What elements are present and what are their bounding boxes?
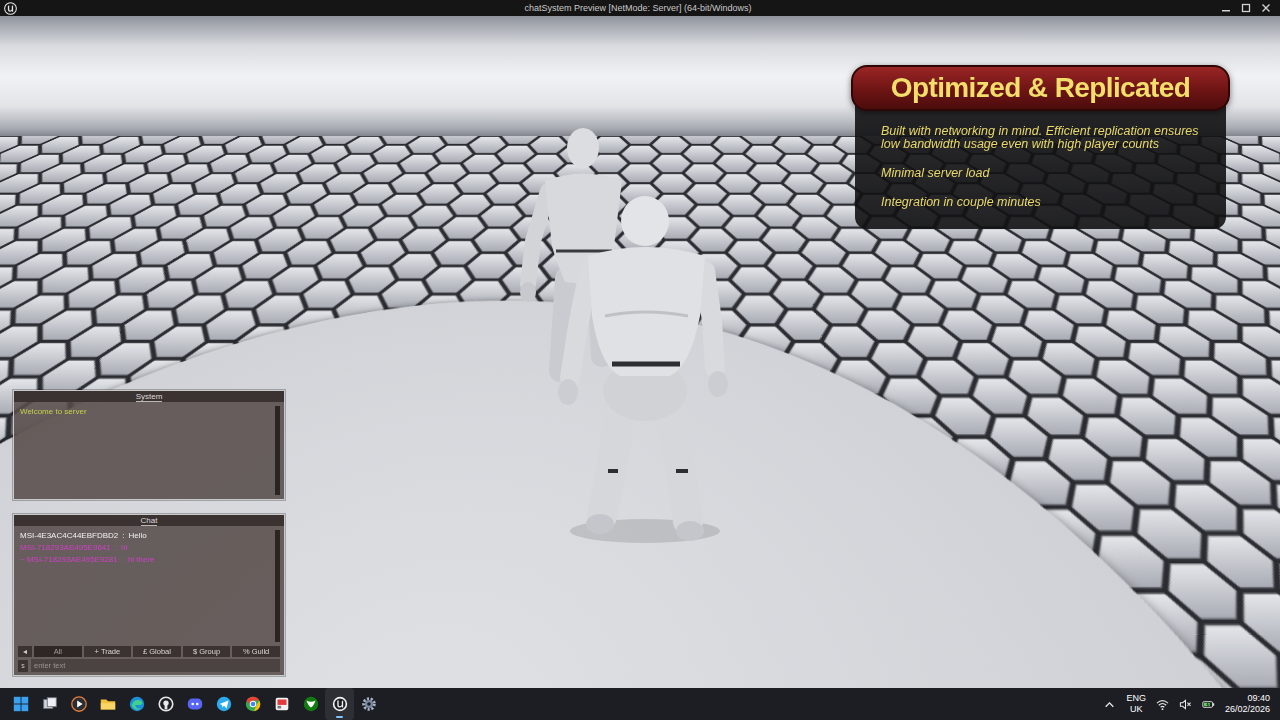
maximize-icon[interactable] [1240, 2, 1252, 14]
message-separator: : [115, 543, 117, 552]
taskbar-app[interactable] [238, 688, 267, 720]
taskbar-app[interactable] [325, 688, 354, 720]
chat-tab[interactable]: + Trade [84, 646, 132, 657]
taskbar-app[interactable] [180, 688, 209, 720]
chat-input-row: s [14, 659, 284, 675]
task-view-icon [41, 695, 59, 713]
info-line: Minimal server load [881, 167, 1200, 180]
chat-message: MSI-4E3AC4C44EBFDBD2: Hello [20, 530, 271, 542]
taskbar-app[interactable] [151, 688, 180, 720]
system-message: Welcome to server [20, 406, 271, 418]
unreal-engine-icon [331, 695, 349, 713]
taskbar-app[interactable] [267, 688, 296, 720]
chat-message: MSI-718293AE495E9641: hi [20, 542, 271, 554]
windows-start-icon [12, 695, 30, 713]
message-text: hi [121, 543, 127, 552]
chat-tab[interactable]: $ Group [183, 646, 231, 657]
taskbar-app[interactable] [35, 688, 64, 720]
message-sender[interactable]: ~ MSI-718293AE495E9281 [20, 555, 118, 564]
chat-tab[interactable]: % Guild [232, 646, 280, 657]
chat-tabs: ◂ All+ Trade£ Global$ Group% Guild [14, 646, 284, 659]
channel-prefix[interactable]: s [18, 660, 28, 672]
close-icon[interactable] [1260, 2, 1272, 14]
info-line: Built with networking in mind. Efficient… [881, 125, 1200, 151]
message-separator: : [122, 531, 124, 540]
snipping-tool-icon [273, 695, 291, 713]
message-text: Hello [129, 531, 147, 540]
media-player-icon [70, 695, 88, 713]
taskbar-app[interactable] [93, 688, 122, 720]
chat-tab[interactable]: £ Global [133, 646, 181, 657]
chat-title: Chat [141, 516, 158, 526]
taskbar-apps [6, 688, 383, 720]
xbox-icon [302, 695, 320, 713]
language-code: ENG [1126, 693, 1146, 704]
taskbar-app[interactable] [64, 688, 93, 720]
app-window: chatSystem Preview [NetMode: Server] (64… [0, 0, 1280, 720]
chat-panel: Chat MSI-4E3AC4C44EBFDBD2: Hello MSI-71829… [13, 514, 285, 676]
unreal-logo-icon [4, 2, 17, 15]
edge-browser-icon [128, 695, 146, 713]
speaker-muted-icon[interactable] [1179, 698, 1192, 711]
system-scrollbar[interactable] [275, 406, 280, 495]
chat-message: ~ MSI-718293AE495E9281: hi there [20, 554, 271, 566]
telegram-icon [215, 695, 233, 713]
message-separator: : [122, 555, 124, 564]
wifi-icon[interactable] [1156, 698, 1169, 711]
clock-date: 26/02/2026 [1225, 704, 1270, 715]
system-body: Welcome to server [14, 402, 284, 499]
region-code: UK [1126, 704, 1146, 715]
window-title: chatSystem Preview [NetMode: Server] (64… [524, 0, 751, 16]
taskbar: ENG UK 09:40 26/02/2026 [0, 688, 1280, 720]
taskbar-app[interactable] [6, 688, 35, 720]
info-body: Built with networking in mind. Efficient… [855, 103, 1226, 229]
message-sender[interactable]: MSI-718293AE495E9641 [20, 543, 111, 552]
battery-charging-icon[interactable] [1202, 698, 1215, 711]
discord-icon [186, 695, 204, 713]
system-tray: ENG UK 09:40 26/02/2026 [1103, 693, 1270, 715]
taskbar-app[interactable] [354, 688, 383, 720]
title-left [0, 2, 524, 15]
info-header: Optimized & Replicated [851, 65, 1230, 111]
info-panel: Optimized & Replicated Built with networ… [851, 65, 1230, 229]
game-viewport[interactable]: Optimized & Replicated Built with networ… [0, 16, 1280, 688]
chat-scrollbar[interactable] [275, 530, 280, 642]
info-line: Integration in couple minutes [881, 196, 1200, 209]
chat-title-bar: Chat [14, 515, 284, 526]
minimize-icon[interactable] [1220, 2, 1232, 14]
message-text: hi there [128, 555, 155, 564]
system-title: System [136, 392, 163, 402]
taskbar-app[interactable] [209, 688, 238, 720]
chat-tab[interactable]: All [34, 646, 82, 657]
chat-body: MSI-4E3AC4C44EBFDBD2: Hello MSI-718293AE49… [14, 526, 284, 646]
clock[interactable]: 09:40 26/02/2026 [1225, 693, 1270, 715]
system-messages: Welcome to server [20, 406, 271, 495]
taskbar-app[interactable] [122, 688, 151, 720]
file-explorer-icon [99, 695, 117, 713]
front-mannequin [558, 196, 728, 543]
github-desktop-icon [157, 695, 175, 713]
input-language[interactable]: ENG UK [1126, 693, 1146, 715]
chat-messages: MSI-4E3AC4C44EBFDBD2: Hello MSI-718293AE49… [20, 530, 271, 642]
chevron-up-icon[interactable] [1103, 698, 1116, 711]
title-bar: chatSystem Preview [NetMode: Server] (64… [0, 0, 1280, 16]
chat-input[interactable] [31, 659, 280, 672]
system-panel: System Welcome to server [13, 390, 285, 500]
message-sender[interactable]: MSI-4E3AC4C44EBFDBD2 [20, 531, 118, 540]
system-title-bar: System [14, 391, 284, 402]
window-controls [752, 2, 1280, 14]
chrome-icon [244, 695, 262, 713]
taskbar-app[interactable] [296, 688, 325, 720]
tab-scroll-button[interactable]: ◂ [18, 646, 32, 657]
clock-time: 09:40 [1225, 693, 1270, 704]
info-title: Optimized & Replicated [891, 71, 1191, 105]
settings-gear-icon [360, 695, 378, 713]
